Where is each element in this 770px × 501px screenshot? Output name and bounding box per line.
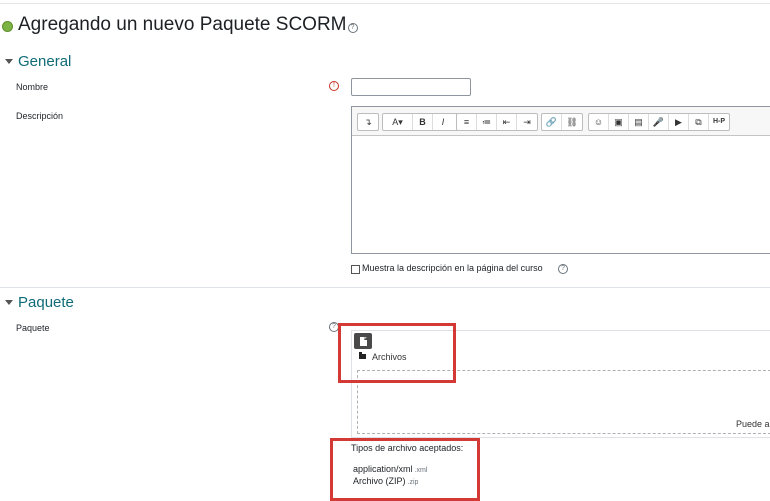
name-input[interactable] — [351, 78, 471, 96]
link-icon[interactable]: 🔗 — [542, 114, 562, 130]
unlink-icon[interactable]: ⛓ — [562, 114, 582, 130]
file-dropzone[interactable] — [357, 370, 770, 434]
accepted-types-title: Tipos de archivo aceptados: — [351, 443, 464, 453]
section-divider — [0, 287, 770, 288]
ordered-list-button[interactable]: ≔ — [477, 114, 497, 130]
scorm-module-icon — [2, 20, 13, 32]
type-name: Archivo (ZIP) — [353, 476, 406, 486]
page-title: Agregando un nuevo Paquete SCORM — [18, 14, 347, 35]
bold-button[interactable]: B — [413, 114, 433, 130]
toolbar-group-3: ≡ ≔ ⇤ ⇥ — [456, 113, 538, 131]
collapse-toolbar-button[interactable]: ↴ — [358, 114, 378, 130]
editor-toolbar: ↴ A▾ B I ≡ ≔ ⇤ ⇥ 🔗 ⛓ ☺ ▣ ▤ 🎤 ▶ ⧉ H-P — [352, 107, 770, 136]
manage-files-icon[interactable]: ⧉ — [689, 114, 709, 130]
italic-button[interactable]: I — [433, 114, 453, 130]
accepted-type-item: Archivo (ZIP) .zip — [353, 476, 418, 486]
media-icon[interactable]: ▤ — [629, 114, 649, 130]
emoji-icon[interactable]: ☺ — [589, 114, 609, 130]
help-icon[interactable]: ? — [329, 322, 339, 332]
help-icon[interactable]: ? — [347, 23, 358, 33]
image-icon[interactable]: ▣ — [609, 114, 629, 130]
section-general-heading: General — [18, 53, 72, 70]
show-description-label: Muestra la descripción en la página del … — [362, 263, 543, 273]
description-label: Descripción — [16, 111, 64, 121]
help-icon[interactable]: ? — [558, 264, 568, 274]
type-name: application/xml — [353, 464, 413, 474]
toolbar-group-5: ☺ ▣ ▤ 🎤 ▶ ⧉ H-P — [588, 113, 730, 131]
files-folder-link[interactable]: Archivos — [372, 352, 407, 362]
chevron-down-icon — [5, 59, 13, 64]
drop-hint-text: Puede a — [736, 419, 770, 429]
required-icon: ! — [329, 81, 339, 91]
record-audio-icon[interactable]: 🎤 — [649, 114, 669, 130]
toolbar-group-1: ↴ — [357, 113, 379, 131]
paragraph-style-button[interactable]: A▾ — [383, 114, 413, 130]
show-description-checkbox[interactable] — [351, 265, 360, 274]
record-video-icon[interactable]: ▶ — [669, 114, 689, 130]
package-label: Paquete — [16, 323, 50, 333]
unordered-list-button[interactable]: ≡ — [457, 114, 477, 130]
section-general-toggle[interactable]: General — [5, 53, 71, 70]
accepted-type-item: application/xml .xml — [353, 464, 427, 474]
type-extension: .xml — [414, 467, 428, 474]
h5p-icon[interactable]: H-P — [709, 114, 729, 130]
outdent-button[interactable]: ⇤ — [497, 114, 517, 130]
type-extension: .zip — [407, 479, 419, 486]
section-package-toggle[interactable]: Paquete — [5, 294, 74, 311]
page-header: Agregando un nuevo Paquete SCORM ? — [2, 14, 358, 36]
indent-button[interactable]: ⇥ — [517, 114, 537, 130]
description-editor[interactable]: ↴ A▾ B I ≡ ≔ ⇤ ⇥ 🔗 ⛓ ☺ ▣ ▤ 🎤 ▶ ⧉ H-P — [351, 106, 770, 254]
file-icon — [359, 336, 367, 346]
name-label: Nombre — [16, 82, 49, 92]
section-package-heading: Paquete — [18, 294, 74, 311]
toolbar-group-4: 🔗 ⛓ — [541, 113, 583, 131]
chevron-down-icon — [5, 300, 13, 305]
top-divider — [0, 0, 770, 4]
folder-icon — [359, 352, 366, 359]
add-file-button[interactable] — [354, 333, 372, 349]
